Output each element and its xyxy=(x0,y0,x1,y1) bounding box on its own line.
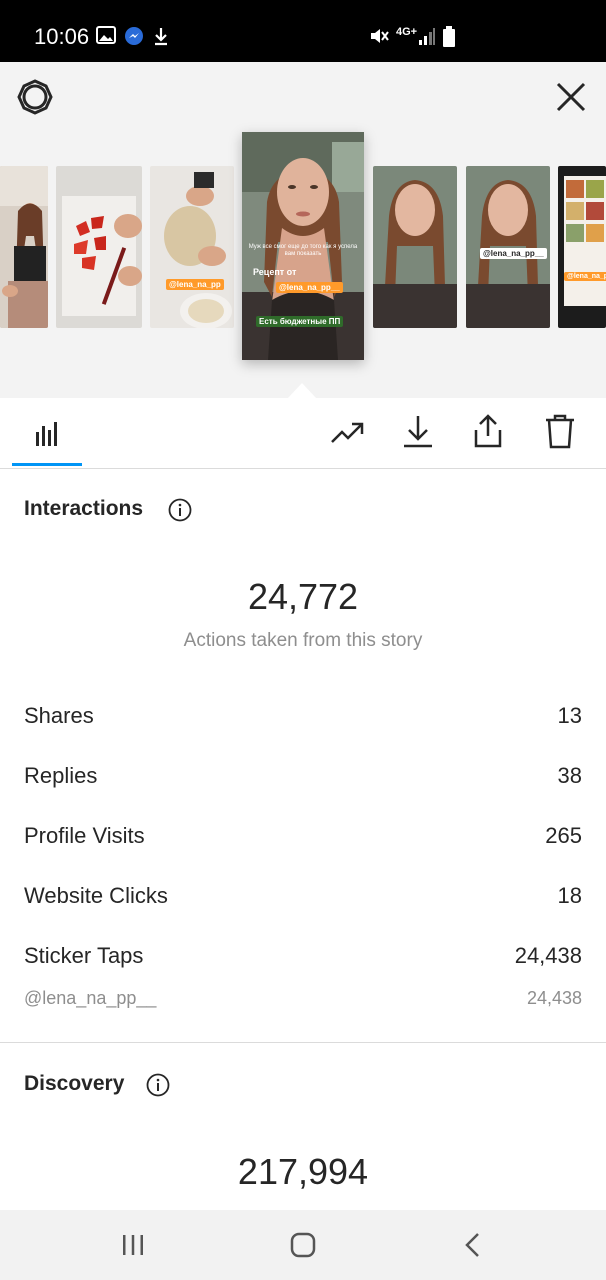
download-icon xyxy=(155,28,167,46)
replies-label: Replies xyxy=(24,763,98,788)
mute-icon xyxy=(371,29,389,43)
story-thumbnail[interactable]: @lena_na_pp__ xyxy=(466,166,550,328)
website-clicks-value: 18 xyxy=(557,883,582,908)
back-icon[interactable] xyxy=(456,1228,490,1262)
story-sticker: @lena_na_pp xyxy=(166,279,224,290)
section-divider xyxy=(0,1042,606,1043)
shares-value: 13 xyxy=(557,703,582,728)
close-icon[interactable] xyxy=(554,80,588,114)
story-toolbar xyxy=(0,398,606,469)
story-sticker-budget: Есть бюджетные ПП xyxy=(256,316,344,327)
info-icon[interactable] xyxy=(168,498,192,522)
trending-up-icon[interactable] xyxy=(328,412,368,452)
story-caption: Муж все смог еще до того как я успела ва… xyxy=(248,244,358,257)
discovery-total: 217,994 xyxy=(237,1151,369,1192)
share-icon[interactable] xyxy=(468,412,508,452)
discovery-title: Discovery xyxy=(24,1072,125,1095)
website-clicks-label: Website Clicks xyxy=(24,883,168,908)
gear-icon[interactable] xyxy=(16,78,54,116)
trash-icon[interactable] xyxy=(540,412,580,452)
home-icon[interactable] xyxy=(286,1228,320,1262)
interactions-caption: Actions taken from this story xyxy=(183,630,423,651)
sticker-taps-label: Sticker Taps xyxy=(24,943,144,968)
story-thumbnail[interactable] xyxy=(56,166,142,328)
gallery-icon xyxy=(96,26,116,44)
sticker-taps-value: 24,438 xyxy=(514,943,582,968)
profile-visits-label: Profile Visits xyxy=(24,823,145,848)
story-preview-strip: @lena_na_pp Муж все смог еще до того как… xyxy=(0,62,606,398)
story-thumbnail[interactable] xyxy=(0,166,48,328)
story-thumbnail[interactable]: @lena_na_pp xyxy=(558,166,606,328)
recents-icon[interactable] xyxy=(116,1228,150,1262)
battery-icon xyxy=(443,26,455,47)
info-icon[interactable] xyxy=(146,1073,170,1097)
mention-sticker: @lena_na_pp__ xyxy=(276,282,343,293)
mention-sticker: @lena_na_pp xyxy=(564,272,606,281)
shares-label: Shares xyxy=(24,703,94,728)
signal-icon xyxy=(419,28,435,45)
network-type: 4G+ xyxy=(396,26,418,38)
selection-pointer xyxy=(287,383,317,398)
story-sticker-recipe: Рецепт от xyxy=(253,267,297,277)
status-bar: 10:06 4G+ xyxy=(0,0,606,62)
download-icon[interactable] xyxy=(398,412,438,452)
story-thumbnail[interactable] xyxy=(373,166,457,328)
profile-visits-value: 265 xyxy=(545,823,582,848)
status-time: 10:06 xyxy=(34,24,90,49)
sticker-mention-value: 24,438 xyxy=(526,988,582,1008)
insights-tab-underline xyxy=(12,463,82,466)
sticker-mention-label: @lena_na_pp__ xyxy=(24,988,157,1008)
android-nav-bar xyxy=(0,1210,606,1280)
mention-sticker: @lena_na_pp__ xyxy=(480,248,547,259)
bar-chart-icon[interactable] xyxy=(28,412,68,452)
replies-value: 38 xyxy=(557,763,582,788)
story-thumbnail[interactable]: @lena_na_pp xyxy=(150,166,234,328)
current-story-thumbnail[interactable]: Муж все смог еще до того как я успела ва… xyxy=(242,132,364,360)
interactions-total: 24,772 xyxy=(247,576,359,617)
interactions-title: Interactions xyxy=(24,497,144,520)
messenger-icon xyxy=(125,27,143,45)
